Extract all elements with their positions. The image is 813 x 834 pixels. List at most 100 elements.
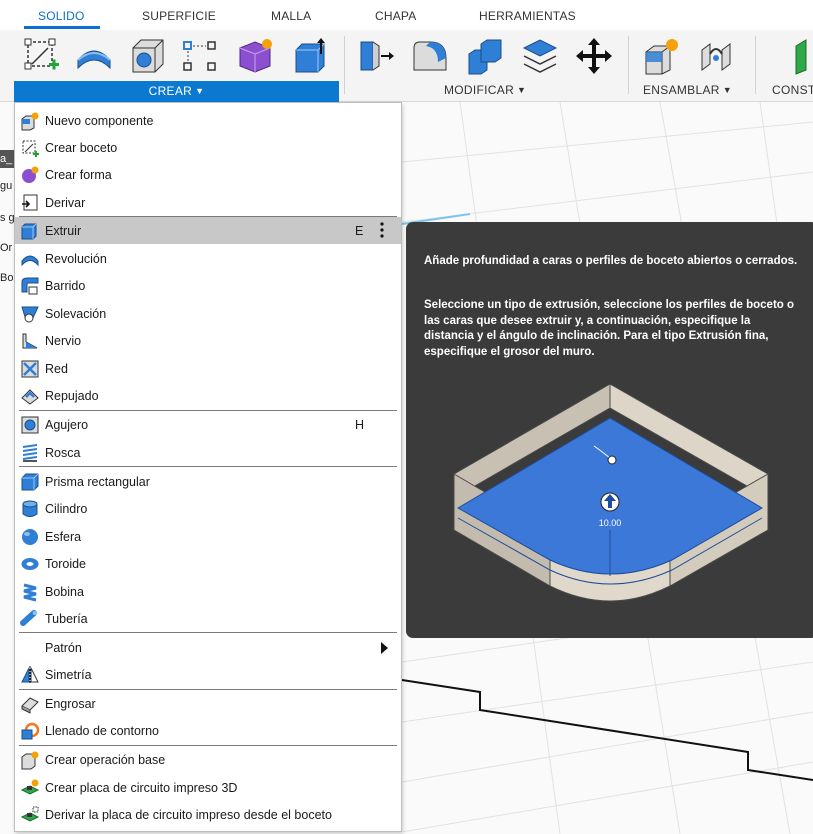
tab-herramientas[interactable]: HERRAMIENTAS <box>479 9 576 23</box>
menu-item-label: Bobina <box>45 585 84 599</box>
web-icon <box>21 360 39 378</box>
menu-item-tuberia[interactable]: Tubería <box>15 605 401 632</box>
menu-item-label: Llenado de contorno <box>45 724 159 738</box>
press-pull-icon[interactable] <box>355 36 395 76</box>
menu-item-red[interactable]: Red <box>15 355 401 382</box>
menu-item-pcb-3d[interactable]: Crear placa de circuito impreso 3D <box>15 774 401 801</box>
menu-item-pcb-desde-boceto[interactable]: Derivar la placa de circuito impreso des… <box>15 801 401 828</box>
menu-item-label: Prisma rectangular <box>45 475 150 489</box>
menu-item-crear-boceto[interactable]: Crear boceto <box>15 134 401 161</box>
browser-panel-stub: Bo <box>0 272 14 284</box>
new-component-icon[interactable] <box>642 36 682 76</box>
revolve-icon[interactable] <box>74 36 114 76</box>
menu-item-extruir[interactable]: Extruir E <box>15 217 401 244</box>
menu-item-nervio[interactable]: Nervio <box>15 327 401 354</box>
extrude-illustration: 10.00 <box>453 383 769 602</box>
menu-item-engrosar[interactable]: Engrosar <box>15 690 401 717</box>
submenu-arrow-icon <box>381 642 388 654</box>
pipe-icon <box>20 610 38 626</box>
menu-item-label: Crear operación base <box>45 753 166 767</box>
menu-item-label: Engrosar <box>45 697 96 711</box>
coil-icon <box>23 583 37 602</box>
rib-icon <box>22 333 38 349</box>
pcb-from-sketch-icon <box>20 806 40 822</box>
menu-item-label: Esfera <box>45 530 82 544</box>
dimension-label: 10.00 <box>599 518 622 528</box>
create-sketch-icon <box>22 140 39 157</box>
new-component-icon <box>21 112 39 131</box>
shell-icon[interactable] <box>520 36 560 76</box>
menu-item-repujado[interactable]: Repujado <box>15 382 401 409</box>
menu-item-label: Crear placa de circuito impreso 3D <box>45 781 238 795</box>
menu-item-crear-forma[interactable]: Crear forma <box>15 161 401 188</box>
menu-item-label: Cilindro <box>45 502 88 516</box>
hole-icon[interactable] <box>127 36 167 76</box>
menu-item-label: Nuevo componente <box>45 114 154 128</box>
menu-item-label: Derivar <box>45 196 86 210</box>
menu-item-toroide[interactable]: Toroide <box>15 550 401 577</box>
create-dropdown-menu: Nuevo componente Crear boceto Crear form… <box>14 102 402 832</box>
create-menu-button[interactable]: CREAR ▼ <box>14 81 339 102</box>
menu-item-barrido[interactable]: Barrido <box>15 272 401 299</box>
tab-malla[interactable]: MALLA <box>271 9 311 23</box>
browser-panel-stub[interactable]: a_ <box>0 150 14 168</box>
menu-item-label: Revolución <box>45 252 107 266</box>
menu-item-label: Repujado <box>45 389 99 403</box>
pattern-icon[interactable] <box>180 36 220 76</box>
menu-divider <box>19 632 397 633</box>
shortcut-key: E <box>355 224 364 238</box>
tooltip-description: Seleccione un tipo de extrusión, selecci… <box>424 299 795 358</box>
more-options-icon[interactable] <box>377 220 387 240</box>
browser-panel-stub: gu <box>0 180 13 192</box>
torus-icon <box>21 558 39 570</box>
menu-item-label: Red <box>45 362 68 376</box>
tab-superficie[interactable]: SUPERFICIE <box>142 9 216 23</box>
construct-plane-icon[interactable] <box>790 36 813 76</box>
create-sketch-icon[interactable] <box>22 36 62 76</box>
menu-item-prisma-rectangular[interactable]: Prisma rectangular <box>15 468 401 495</box>
menu-item-solevacion[interactable]: Solevación <box>15 300 401 327</box>
toolbar-divider <box>344 36 345 94</box>
combine-icon[interactable] <box>465 36 505 76</box>
menu-item-derivar[interactable]: Derivar <box>15 189 401 216</box>
chevron-down-icon: ▼ <box>195 86 205 96</box>
browser-panel-stub: s g <box>0 212 14 224</box>
revolve-icon <box>21 255 39 267</box>
menu-item-rosca[interactable]: Rosca <box>15 439 401 466</box>
tab-chapa[interactable]: CHAPA <box>375 9 416 23</box>
menu-item-agujero[interactable]: Agujero H <box>15 411 401 438</box>
create-form-icon[interactable] <box>235 36 275 76</box>
menu-item-crear-operacion-base[interactable]: Crear operación base <box>15 746 401 773</box>
menu-item-cilindro[interactable]: Cilindro <box>15 495 401 522</box>
menu-item-label: Nervio <box>45 334 82 348</box>
tab-solido[interactable]: SOLIDO <box>38 9 85 23</box>
mirror-icon <box>21 666 39 684</box>
menu-item-simetria[interactable]: Simetría <box>15 661 401 688</box>
construct-menu-button[interactable]: CONST <box>772 83 813 97</box>
menu-divider <box>19 466 397 467</box>
modify-group-label: MODIFICAR <box>444 83 515 97</box>
sphere-icon <box>22 529 38 545</box>
joint-icon[interactable] <box>698 36 738 76</box>
fillet-icon[interactable] <box>410 36 450 76</box>
emboss-icon <box>21 389 39 405</box>
menu-item-llenado-contorno[interactable]: Llenado de contorno <box>15 717 401 744</box>
chevron-down-icon: ▼ <box>722 85 732 95</box>
menu-item-label: Derivar la placa de circuito impreso des… <box>45 808 332 822</box>
menu-item-bobina[interactable]: Bobina <box>15 578 401 605</box>
extrude-icon[interactable] <box>290 36 330 76</box>
menu-item-patron[interactable]: Patrón <box>15 634 401 661</box>
toolbar: CREAR ▼ MODIFICAR ▼ ENSAMBLAR ▼ CONST <box>0 30 813 102</box>
extrude-tooltip: Añade profundidad a caras o perfiles de … <box>406 222 813 638</box>
ribbon-tabs: SOLIDO SUPERFICIE MALLA CHAPA HERRAMIENT… <box>0 0 813 30</box>
chevron-down-icon: ▼ <box>517 85 527 95</box>
move-icon[interactable] <box>574 36 614 76</box>
modify-menu-button[interactable]: MODIFICAR ▼ <box>444 83 526 97</box>
assemble-menu-button[interactable]: ENSAMBLAR ▼ <box>643 83 732 97</box>
assemble-group-label: ENSAMBLAR <box>643 83 720 97</box>
menu-item-nuevo-componente[interactable]: Nuevo componente <box>15 107 401 134</box>
menu-item-revolucion[interactable]: Revolución <box>15 245 401 272</box>
shortcut-key: H <box>355 418 365 432</box>
menu-item-esfera[interactable]: Esfera <box>15 523 401 550</box>
menu-item-label: Barrido <box>45 279 86 293</box>
